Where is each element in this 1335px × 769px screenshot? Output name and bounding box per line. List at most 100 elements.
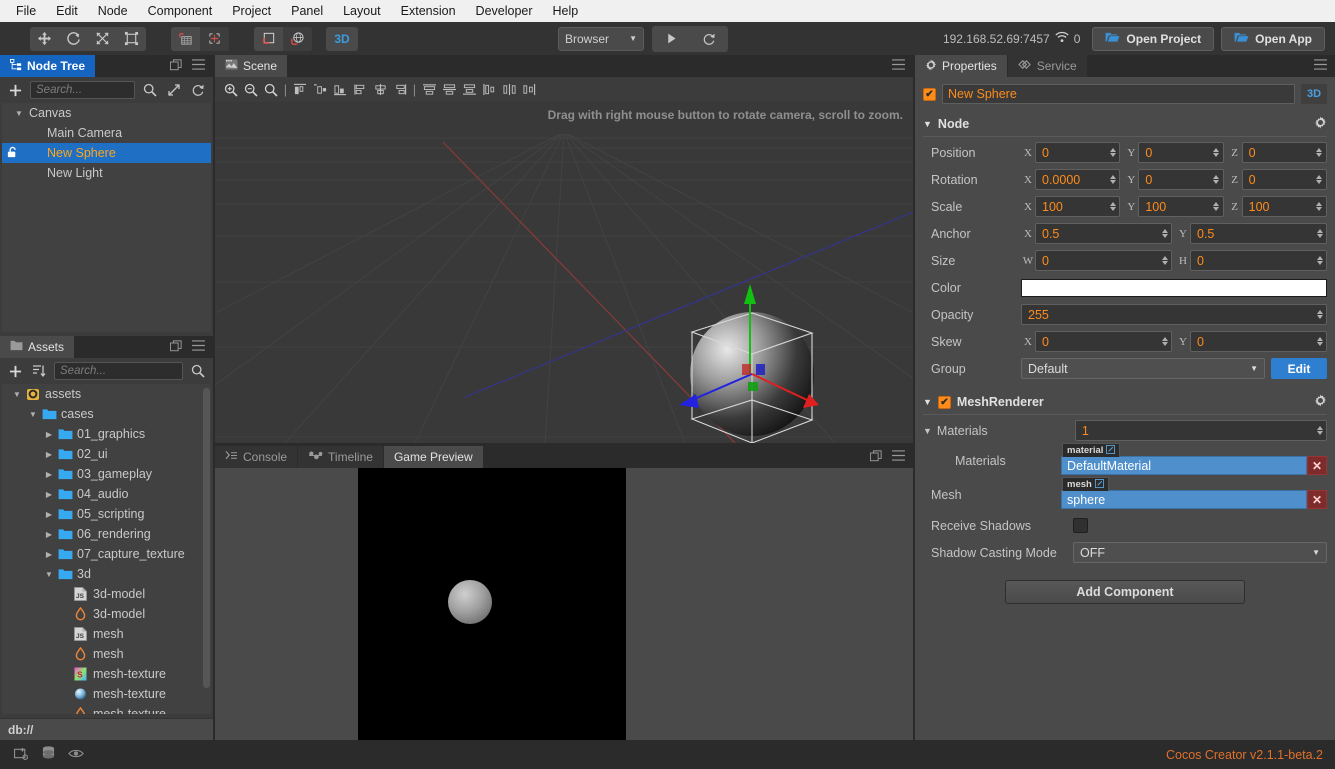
refresh-button[interactable] <box>690 26 728 52</box>
add-asset-button[interactable] <box>6 362 24 380</box>
splitter-bottom[interactable] <box>215 443 913 446</box>
panel-menu-icon[interactable] <box>192 340 205 354</box>
tab-node-tree[interactable]: Node Tree <box>0 55 97 77</box>
asset-tree-row[interactable]: mesh-texture <box>2 704 211 714</box>
number-input-skew-x[interactable]: 0 <box>1035 331 1172 352</box>
node-3d-badge[interactable]: 3D <box>1301 84 1327 104</box>
edit-asset-icon[interactable] <box>1094 478 1104 491</box>
asset-tree-row[interactable]: JS mesh <box>2 624 211 644</box>
menu-item-edit[interactable]: Edit <box>46 0 88 22</box>
search-icon[interactable] <box>189 362 207 380</box>
assets-tree-list[interactable]: ▼ assets ▼ cases ▶ 01_graphics ▶ 02_ui ▶ 03_gamep… <box>2 384 211 714</box>
refresh-asset-icon[interactable] <box>13 747 29 763</box>
tab-timeline[interactable]: Timeline <box>298 446 384 468</box>
node-tree-row[interactable]: New Sphere <box>2 143 211 163</box>
asset-search-input[interactable]: Search... <box>54 362 183 380</box>
add-component-button[interactable]: Add Component <box>1005 580 1245 604</box>
number-input-skew-y[interactable]: 0 <box>1190 331 1327 352</box>
search-icon[interactable] <box>141 81 159 99</box>
distribute-middle-icon[interactable] <box>439 79 459 101</box>
chevron-down-icon[interactable]: ▼ <box>42 570 56 579</box>
align-vcenter-icon[interactable] <box>370 79 390 101</box>
database-icon[interactable] <box>42 746 55 763</box>
chevron-right-icon[interactable]: ▶ <box>42 470 56 479</box>
number-input-rotation-z[interactable]: 0 <box>1241 169 1327 190</box>
menu-item-layout[interactable]: Layout <box>333 0 391 22</box>
eye-icon[interactable] <box>68 748 84 762</box>
stepper-icon[interactable] <box>1314 224 1325 243</box>
pivot-center-tool-button[interactable] <box>171 27 200 51</box>
zoom-in-icon[interactable] <box>221 79 241 101</box>
number-input-size-w[interactable]: 0 <box>1035 250 1172 271</box>
align-hcenter-icon[interactable] <box>310 79 330 101</box>
asset-tree-row[interactable]: ▶ 06_rendering <box>2 524 211 544</box>
popout-icon[interactable] <box>169 58 182 74</box>
chevron-right-icon[interactable]: ▶ <box>42 450 56 459</box>
align-left-icon[interactable] <box>290 79 310 101</box>
clear-mesh-button[interactable]: ✕ <box>1307 490 1327 509</box>
meshrenderer-gear-icon[interactable] <box>1314 394 1327 410</box>
number-input-anchor-x[interactable]: 0.5 <box>1035 223 1172 244</box>
chevron-down-icon[interactable]: ▼ <box>26 410 40 419</box>
popout-icon[interactable] <box>169 339 182 355</box>
tab-assets[interactable]: Assets <box>0 336 76 358</box>
lock-open-icon[interactable] <box>6 146 19 162</box>
node-tree-row[interactable]: New Light <box>2 163 211 183</box>
chevron-right-icon[interactable]: ▶ <box>42 510 56 519</box>
zoom-fit-icon[interactable] <box>261 79 281 101</box>
number-input-opacity[interactable]: 255 <box>1021 304 1327 325</box>
tab-game-preview[interactable]: Game Preview <box>383 446 484 468</box>
stepper-icon[interactable] <box>1314 332 1325 351</box>
chevron-right-icon[interactable]: ▶ <box>42 490 56 499</box>
local-coord-tool-button[interactable] <box>254 27 283 51</box>
asset-tree-row[interactable]: mesh <box>2 644 211 664</box>
rect-transform-tool-button[interactable] <box>117 27 146 51</box>
mesh-asset-field[interactable]: mesh sphere <box>1061 477 1307 509</box>
tab-console[interactable]: Console <box>215 446 299 468</box>
distribute-h-right-icon[interactable] <box>519 79 539 101</box>
stepper-icon[interactable] <box>1211 143 1222 162</box>
number-input-size-h[interactable]: 0 <box>1190 250 1327 271</box>
meshrenderer-section-header[interactable]: ▼ ✔ MeshRenderer <box>915 390 1335 414</box>
asset-tree-row[interactable]: Smesh-texture <box>2 664 211 684</box>
scale-tool-button[interactable] <box>88 27 117 51</box>
open-app-button[interactable]: Open App <box>1221 26 1325 51</box>
chevron-down-icon[interactable]: ▼ <box>923 426 932 436</box>
menu-item-component[interactable]: Component <box>138 0 223 22</box>
stepper-icon[interactable] <box>1159 332 1170 351</box>
distribute-top-icon[interactable] <box>419 79 439 101</box>
open-project-button[interactable]: Open Project <box>1092 26 1215 51</box>
number-input-rotation-y[interactable]: 0 <box>1138 169 1224 190</box>
stepper-icon[interactable] <box>1314 143 1325 162</box>
asset-tree-row[interactable]: ▶ 01_graphics <box>2 424 211 444</box>
asset-tree-row[interactable]: JS 3d-model <box>2 584 211 604</box>
chevron-right-icon[interactable]: ▶ <box>42 550 56 559</box>
chevron-right-icon[interactable]: ▶ <box>42 530 56 539</box>
stepper-icon[interactable] <box>1314 421 1325 440</box>
menu-item-node[interactable]: Node <box>88 0 138 22</box>
stepper-icon[interactable] <box>1211 197 1222 216</box>
tab-scene[interactable]: Scene <box>215 55 289 77</box>
stepper-icon[interactable] <box>1211 170 1222 189</box>
stepper-icon[interactable] <box>1107 143 1118 162</box>
materials-count-input[interactable]: 1 <box>1074 420 1327 441</box>
distribute-h-center-icon[interactable] <box>499 79 519 101</box>
stepper-icon[interactable] <box>1314 197 1325 216</box>
align-bottom-icon[interactable] <box>390 79 410 101</box>
game-preview-stage[interactable] <box>215 468 913 740</box>
number-input-position-z[interactable]: 0 <box>1241 142 1327 163</box>
number-input-position-x[interactable]: 0 <box>1035 142 1121 163</box>
node-tree-row[interactable]: ▼ Canvas <box>2 103 211 123</box>
shadow-casting-select[interactable]: OFF ▼ <box>1073 542 1327 563</box>
align-top-icon[interactable] <box>350 79 370 101</box>
stepper-icon[interactable] <box>1107 197 1118 216</box>
number-input-scale-x[interactable]: 100 <box>1035 196 1121 217</box>
menu-item-developer[interactable]: Developer <box>466 0 543 22</box>
stepper-icon[interactable] <box>1314 170 1325 189</box>
distribute-bottom-icon[interactable] <box>459 79 479 101</box>
edit-group-button[interactable]: Edit <box>1271 358 1327 379</box>
node-enabled-checkbox[interactable]: ✔ <box>923 87 936 101</box>
zoom-out-icon[interactable] <box>241 79 261 101</box>
panel-menu-icon[interactable] <box>892 450 905 464</box>
clear-material-button[interactable]: ✕ <box>1307 456 1327 475</box>
